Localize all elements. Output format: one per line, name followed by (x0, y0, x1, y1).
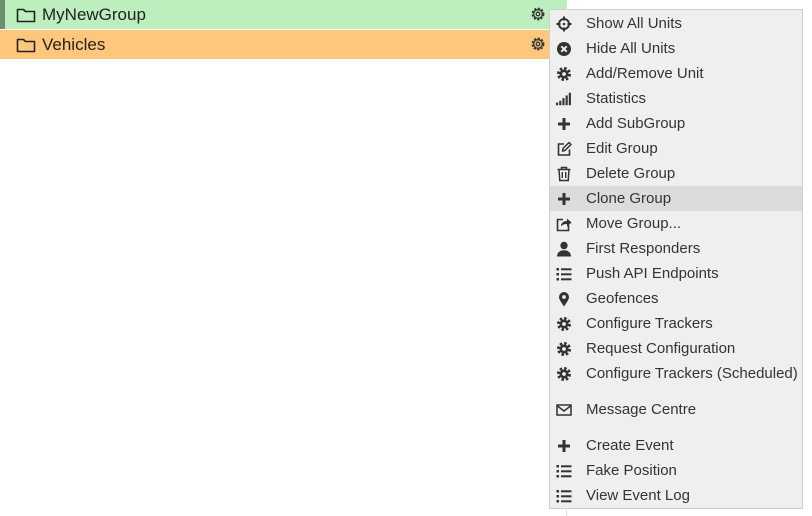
menu-item-label: View Event Log (586, 487, 690, 504)
menu-item-first-responders[interactable]: First Responders (550, 236, 802, 261)
group-settings-gear-icon[interactable] (529, 35, 547, 53)
menu-item-push-api-endpoints[interactable]: Push API Endpoints (550, 261, 802, 286)
crosshairs-icon (556, 16, 572, 32)
menu-item-fake-position[interactable]: Fake Position (550, 458, 802, 483)
edit-icon (556, 141, 572, 157)
plus-icon (556, 191, 572, 207)
menu-item-view-event-log[interactable]: View Event Log (550, 483, 802, 508)
menu-item-clone-group[interactable]: Clone Group (550, 186, 802, 211)
map-marker-icon (556, 291, 572, 307)
folder-icon (16, 7, 36, 23)
menu-item-label: First Responders (586, 240, 701, 257)
trash-icon (556, 166, 572, 182)
menu-item-add-subgroup[interactable]: Add SubGroup (550, 111, 802, 136)
menu-item-hide-all-units[interactable]: Hide All Units (550, 36, 802, 61)
menu-item-label: Push API Endpoints (586, 265, 719, 282)
menu-item-add-remove-unit[interactable]: Add/Remove Unit (550, 61, 802, 86)
menu-item-configure-trackers[interactable]: Configure Trackers (550, 311, 802, 336)
list-icon (556, 488, 572, 504)
menu-item-edit-group[interactable]: Edit Group (550, 136, 802, 161)
menu-item-label: Configure Trackers (Scheduled) (586, 365, 798, 382)
folder-icon (16, 37, 36, 53)
menu-item-label: Move Group... (586, 215, 682, 232)
menu-item-label: Clone Group (586, 190, 672, 207)
menu-item-show-all-units[interactable]: Show All Units (550, 11, 802, 36)
group-name: MyNewGroup (42, 4, 146, 24)
plus-icon (556, 438, 572, 454)
menu-item-label: Delete Group (586, 165, 676, 182)
group-row-mynewgroup[interactable]: MyNewGroup (0, 0, 566, 29)
menu-item-label: Configure Trackers (586, 315, 713, 332)
list-icon (556, 463, 572, 479)
menu-item-label: Edit Group (586, 140, 658, 157)
menu-item-label: Geofences (586, 290, 659, 307)
menu-item-label: Create Event (586, 437, 674, 454)
gear-icon (556, 316, 572, 332)
menu-item-geofences[interactable]: Geofences (550, 286, 802, 311)
menu-item-message-centre[interactable]: Message Centre (550, 397, 802, 422)
user-icon (556, 241, 572, 257)
envelope-icon (556, 402, 572, 418)
menu-item-configure-trackers-scheduled[interactable]: Configure Trackers (Scheduled) (550, 361, 802, 386)
plus-icon (556, 116, 572, 132)
menu-item-label: Message Centre (586, 401, 697, 418)
menu-item-label: Add/Remove Unit (586, 65, 704, 82)
gear-icon (556, 341, 572, 357)
group-name: Vehicles (42, 34, 106, 54)
menu-item-label: Show All Units (586, 15, 682, 32)
menu-item-label: Add SubGroup (586, 115, 686, 132)
menu-item-request-configuration[interactable]: Request Configuration (550, 336, 802, 361)
times-circle-icon (556, 41, 572, 57)
menu-item-delete-group[interactable]: Delete Group (550, 161, 802, 186)
share-icon (556, 216, 572, 232)
menu-item-create-event[interactable]: Create Event (550, 433, 802, 458)
menu-item-label: Fake Position (586, 462, 677, 479)
group-settings-gear-icon[interactable] (529, 5, 547, 23)
menu-item-label: Request Configuration (586, 340, 736, 357)
menu-item-label: Hide All Units (586, 40, 676, 57)
signal-bars-icon (556, 91, 572, 107)
menu-item-move-group[interactable]: Move Group... (550, 211, 802, 236)
menu-item-statistics[interactable]: Statistics (550, 86, 802, 111)
group-context-menu: Show All Units Hide All Units Add/Remove… (549, 9, 803, 509)
gear-icon (556, 366, 572, 382)
list-icon (556, 266, 572, 282)
gear-icon (556, 66, 572, 82)
group-row-vehicles[interactable]: Vehicles (0, 30, 566, 59)
menu-item-label: Statistics (586, 90, 647, 107)
group-list: MyNewGroup Vehicles (0, 0, 566, 59)
